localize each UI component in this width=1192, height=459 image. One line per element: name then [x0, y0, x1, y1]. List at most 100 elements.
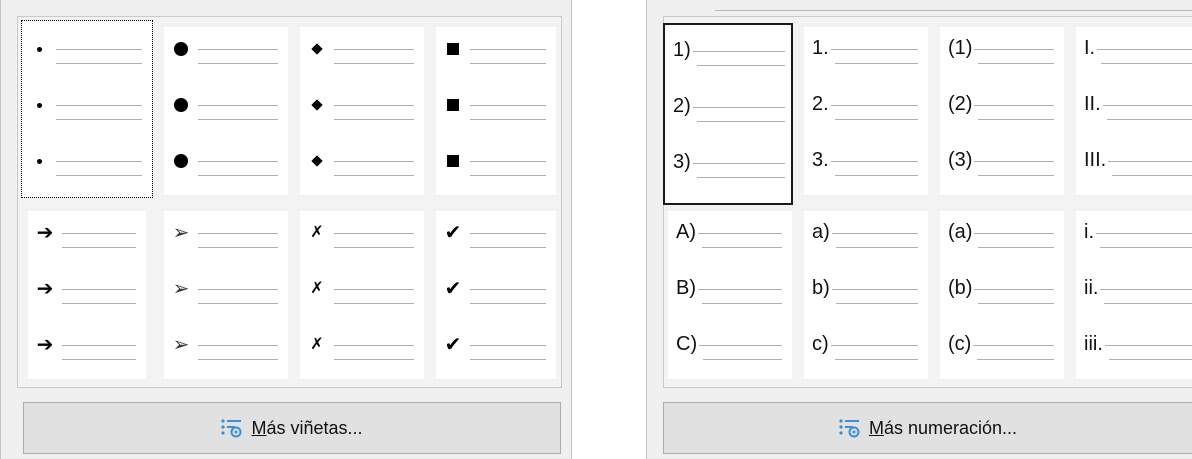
numbering-line: 2): [665, 89, 791, 129]
numbering-style-roman-upper[interactable]: I. II. III.: [1076, 27, 1192, 195]
bullet-line: ✗: [300, 271, 424, 311]
bullet-line: ✗: [300, 215, 424, 255]
numbering-line: (3): [940, 143, 1064, 183]
bullet-line: ➔: [28, 271, 146, 311]
diamond-bullet-icon: [300, 149, 334, 173]
numbering-line: A): [668, 215, 792, 255]
diamond-bullet-icon: [300, 93, 334, 117]
numbering-label: (1): [948, 37, 973, 59]
arrow-bullet-icon: ➔: [36, 222, 54, 244]
bullet-style-square[interactable]: [436, 27, 556, 195]
numbering-style-paren-letter[interactable]: (a) (b) (c): [940, 211, 1064, 379]
pointer-bullet-icon: ➢: [172, 222, 190, 244]
bullet-line: ✔: [436, 215, 556, 255]
bullet-line: [164, 31, 288, 71]
numbering-line: (1): [940, 31, 1064, 71]
bullet-style-x-mark[interactable]: ✗ ✗ ✗: [300, 211, 424, 379]
bullet-line: [436, 143, 556, 183]
numbering-label: III.: [1084, 149, 1107, 171]
x-mark-bullet-icon: ✗: [310, 224, 324, 241]
numbering-style-1-dot[interactable]: 1. 2. 3.: [804, 27, 928, 195]
bullet-line: [22, 31, 152, 71]
numbering-label: 1.: [812, 37, 829, 59]
more-numbering-label: Más numeración...: [868, 417, 1018, 438]
square-bullet-icon: [436, 37, 470, 61]
numbering-label: 2): [673, 95, 691, 117]
list-settings-icon: [221, 418, 243, 438]
bullet-line: [436, 87, 556, 127]
small-dot-bullet-icon: [22, 93, 56, 117]
pointer-bullet-icon: ➢: [172, 278, 190, 300]
separator-line: [715, 10, 1192, 11]
numbering-label: a): [812, 221, 830, 243]
check-bullet-icon: ✔: [444, 222, 462, 244]
bullet-line: ➔: [28, 327, 146, 367]
bullet-line: [436, 31, 556, 71]
numbering-line: 1.: [804, 31, 928, 71]
numbering-label: iii.: [1084, 333, 1103, 355]
numbering-label: C): [676, 333, 698, 355]
numbering-label: b): [812, 277, 830, 299]
bullet-style-big-dot[interactable]: [164, 27, 288, 195]
numbering-line: (2): [940, 87, 1064, 127]
numbering-label: (3): [948, 149, 973, 171]
numbering-label: B): [676, 277, 696, 299]
numbering-label: c): [812, 333, 829, 355]
bullet-line: [22, 143, 152, 183]
bullet-line: [164, 87, 288, 127]
numbering-style-letter-lower[interactable]: a) b) c): [804, 211, 928, 379]
numbering-label: 3.: [812, 149, 829, 171]
bullet-style-pointer[interactable]: ➢ ➢ ➢: [164, 211, 288, 379]
arrow-bullet-icon: ➔: [36, 278, 54, 300]
numbering-label: ii.: [1084, 277, 1099, 299]
bullet-line: ✗: [300, 327, 424, 367]
numbering-line: II.: [1076, 87, 1192, 127]
numbering-label: (c): [948, 333, 972, 355]
more-bullets-button[interactable]: Más viñetas...: [23, 402, 561, 454]
bullet-style-small-dot[interactable]: [21, 20, 153, 198]
numbering-line: (a): [940, 215, 1064, 255]
numbering-style-letter-upper[interactable]: A) B) C): [668, 211, 792, 379]
bullet-line: ➢: [164, 271, 288, 311]
numbering-label: i.: [1084, 221, 1094, 243]
numbering-style-paren-1[interactable]: (1) (2) (3): [940, 27, 1064, 195]
big-dot-bullet-icon: [164, 37, 198, 61]
bullet-line: ➢: [164, 215, 288, 255]
numbering-label: (b): [948, 277, 973, 299]
bullet-style-diamond[interactable]: [300, 27, 424, 195]
numbering-label: A): [676, 221, 696, 243]
numbering-line: III.: [1076, 143, 1192, 183]
pointer-bullet-icon: ➢: [172, 334, 190, 356]
small-dot-bullet-icon: [22, 37, 56, 61]
bullet-style-check[interactable]: ✔ ✔ ✔: [436, 211, 556, 379]
numbering-label: (a): [948, 221, 973, 243]
numbering-line: C): [668, 327, 792, 367]
numbering-style-roman-lower[interactable]: i. ii. iii.: [1076, 211, 1192, 379]
numbering-label: II.: [1084, 93, 1101, 115]
more-numbering-button[interactable]: Más numeración...: [663, 402, 1192, 454]
numbering-style-1-paren[interactable]: 1) 2) 3): [663, 23, 793, 205]
bullet-line: ✔: [436, 327, 556, 367]
bullet-line: ➔: [28, 215, 146, 255]
numbering-line: i.: [1076, 215, 1192, 255]
bullet-line: [22, 87, 152, 127]
bullet-line: ➢: [164, 327, 288, 367]
numbering-label: (2): [948, 93, 973, 115]
big-dot-bullet-icon: [164, 149, 198, 173]
numbering-line: 1): [665, 33, 791, 73]
list-settings-icon: [839, 418, 861, 438]
more-bullets-label: Más viñetas...: [251, 417, 363, 438]
bullet-style-arrow[interactable]: ➔ ➔ ➔: [28, 211, 146, 379]
big-dot-bullet-icon: [164, 93, 198, 117]
square-bullet-icon: [436, 93, 470, 117]
numbering-line: (c): [940, 327, 1064, 367]
check-bullet-icon: ✔: [444, 334, 462, 356]
diamond-bullet-icon: [300, 37, 334, 61]
small-dot-bullet-icon: [22, 149, 56, 173]
bullet-line: [300, 87, 424, 127]
numbering-label: 1): [673, 39, 691, 61]
numbering-line: c): [804, 327, 928, 367]
numbering-line: iii.: [1076, 327, 1192, 367]
numbering-line: b): [804, 271, 928, 311]
bullet-line: [164, 143, 288, 183]
